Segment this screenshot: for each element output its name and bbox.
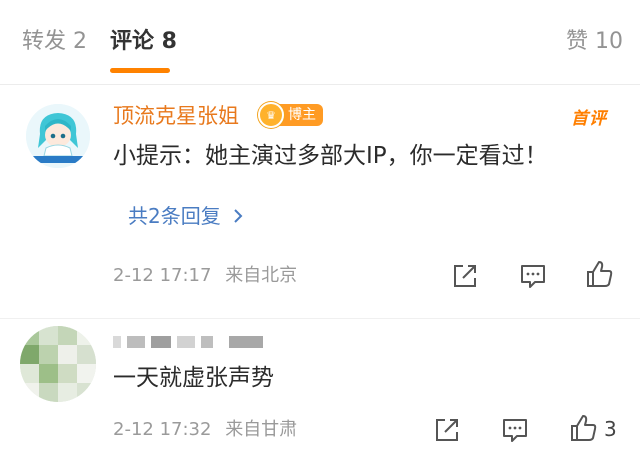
blurred-username[interactable]	[113, 334, 283, 350]
share-icon	[436, 419, 458, 441]
like-icon	[587, 261, 613, 287]
view-replies-link[interactable]: 共2条回复	[128, 202, 245, 230]
tabs-divider	[0, 84, 640, 85]
comment-location: 来自甘肃	[225, 419, 298, 440]
comment-icon	[503, 419, 527, 442]
like-icon	[571, 415, 597, 441]
tab-repost[interactable]: 转发 2	[22, 28, 87, 56]
share-button[interactable]	[450, 261, 480, 291]
share-button[interactable]	[432, 415, 462, 445]
comment-date: 2-12 17:17	[113, 265, 212, 286]
like-button[interactable]	[584, 259, 614, 289]
crown-icon: ♛	[258, 102, 284, 128]
comment-date: 2-12 17:32	[113, 419, 212, 440]
blogger-badge: ♛ 博主	[258, 102, 323, 128]
reply-button[interactable]	[500, 415, 530, 445]
active-tab-indicator	[110, 68, 170, 73]
comment-username[interactable]: 顶流克星张姐	[113, 102, 239, 130]
tab-likes[interactable]: 赞 10	[566, 28, 623, 56]
comment-text: 小提示：她主演过多部大IP，你一定看过！	[113, 143, 548, 169]
comment-location: 来自北京	[225, 265, 298, 286]
comment-text: 一天就虚张声势	[113, 365, 274, 391]
like-button[interactable]	[568, 413, 598, 443]
reply-button[interactable]	[518, 261, 548, 291]
like-count: 3	[604, 417, 617, 441]
comment-icon	[521, 265, 545, 288]
comment-divider	[0, 318, 640, 319]
avatar[interactable]	[20, 326, 96, 402]
first-comment-tag: 首评	[571, 109, 607, 129]
comment-meta: 2-12 17:32 来自甘肃	[113, 418, 297, 442]
avatar[interactable]	[26, 104, 90, 168]
tab-comments[interactable]: 评论 8	[110, 28, 177, 56]
share-icon	[454, 265, 476, 287]
view-replies-label: 共2条回复	[128, 204, 221, 228]
comment-meta: 2-12 17:17 来自北京	[113, 264, 297, 288]
chevron-right-icon	[234, 209, 243, 223]
